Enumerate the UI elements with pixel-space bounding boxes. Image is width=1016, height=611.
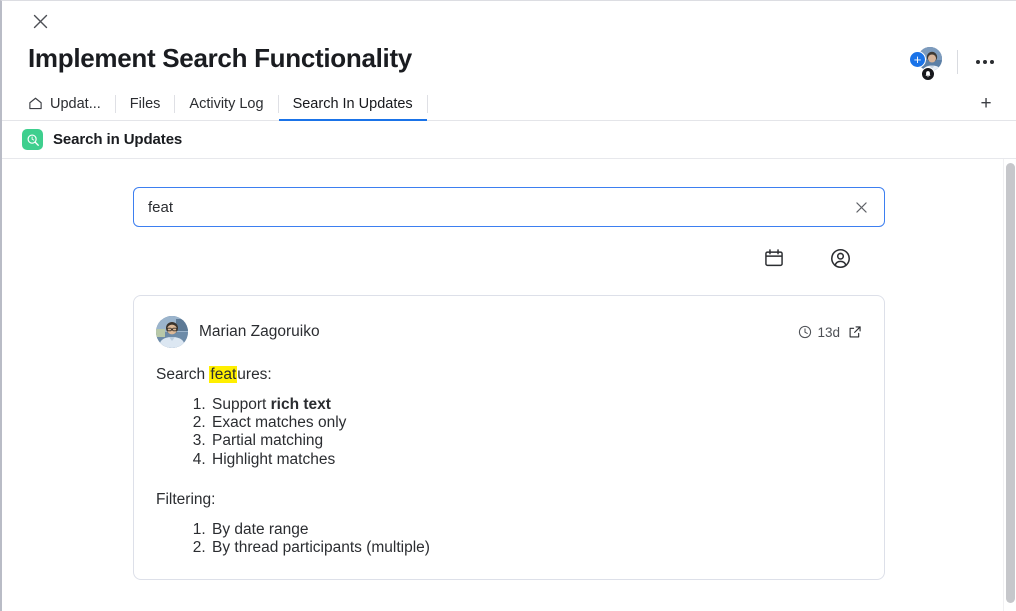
add-member-icon[interactable]: +: [909, 51, 926, 68]
search-match-highlight: feat: [209, 366, 238, 383]
list-item: Exact matches only: [210, 414, 862, 432]
result-paragraph-1: Search features:: [156, 366, 862, 384]
list-item-text: By date range: [212, 520, 309, 538]
notification-bell-icon: [921, 67, 935, 81]
tab-bar: Updat... Files Activity Log Search In Up…: [2, 87, 1016, 121]
card-meta: 13d: [798, 325, 862, 340]
header-divider: [957, 50, 958, 74]
search-field[interactable]: [133, 187, 885, 227]
page-header: Implement Search Functionality +: [2, 1, 1016, 81]
filtering-list: By date range By thread participants (mu…: [156, 521, 862, 557]
list-item-text: By thread participants (multiple): [212, 539, 430, 557]
clock-icon: [798, 325, 812, 339]
search-panel: Marian Zagoruiko 13d: [2, 159, 1016, 581]
list-item-text: Exact matches only: [212, 414, 347, 432]
close-icon[interactable]: [28, 9, 52, 33]
card-body: Search features: Support rich text Exact…: [156, 348, 862, 557]
list-item: Support rich text: [210, 396, 862, 414]
result-author: Marian Zagoruiko: [156, 316, 320, 348]
close-row: [28, 1, 1000, 41]
tab-label: Search In Updates: [292, 95, 413, 112]
timestamp: 13d: [798, 325, 840, 340]
filter-row: [133, 227, 885, 273]
list-item-text: Partial matching: [212, 432, 324, 450]
paragraph-1-before: Search: [156, 366, 210, 383]
avatar[interactable]: +: [909, 45, 944, 81]
vertical-scrollbar[interactable]: [1003, 159, 1016, 611]
tab-files[interactable]: Files: [116, 87, 175, 120]
tab-label: Files: [129, 95, 161, 112]
tab-label: Updat...: [50, 95, 101, 112]
home-icon: [28, 96, 43, 111]
list-item: By thread participants (multiple): [210, 539, 862, 557]
page-title: Implement Search Functionality: [28, 43, 412, 73]
result-paragraph-2: Filtering:: [156, 490, 216, 508]
list-item: By date range: [210, 521, 862, 539]
tab-separator: [426, 94, 428, 113]
clear-search-icon[interactable]: [852, 198, 870, 216]
search-wrapper: [133, 187, 885, 273]
author-name: Marian Zagoruiko: [199, 323, 320, 340]
header-actions: +: [909, 41, 1000, 81]
list-item: Partial matching: [210, 432, 862, 450]
tab-activity-log[interactable]: Activity Log: [175, 87, 277, 120]
author-avatar: [156, 316, 188, 348]
search-input[interactable]: [148, 198, 852, 216]
content-area: Marian Zagoruiko 13d: [2, 159, 1016, 611]
external-link-icon[interactable]: [848, 325, 862, 339]
app-title: Search in Updates: [53, 131, 183, 148]
more-options-icon[interactable]: [970, 47, 1000, 77]
title-row: Implement Search Functionality +: [28, 41, 1000, 81]
list-item-text: Highlight matches: [212, 450, 336, 468]
search-result-card[interactable]: Marian Zagoruiko 13d Search features: 1.…: [133, 295, 885, 581]
tab-updates[interactable]: Updat...: [28, 87, 115, 120]
app-window: Implement Search Functionality + Updat..…: [0, 0, 1016, 611]
list-item-text: Support: [212, 396, 271, 413]
paragraph-1-after: ures:: [237, 366, 272, 383]
tab-search-in-updates[interactable]: Search In Updates: [278, 87, 427, 121]
features-list: Support rich text Exact matches only Par…: [156, 396, 862, 469]
time-label: 13d: [817, 324, 840, 340]
card-header: Marian Zagoruiko 13d: [156, 316, 862, 348]
list-item-bold: rich text: [270, 396, 331, 413]
search-app-icon: [22, 129, 43, 150]
add-tab-button[interactable]: +: [972, 87, 1000, 120]
scrollbar-thumb[interactable]: [1006, 163, 1015, 603]
list-item: Highlight matches: [210, 451, 862, 469]
user-circle-icon[interactable]: [825, 243, 855, 273]
app-strip: Search in Updates: [2, 121, 1016, 159]
tab-label: Activity Log: [189, 95, 264, 112]
calendar-icon[interactable]: [759, 243, 789, 273]
